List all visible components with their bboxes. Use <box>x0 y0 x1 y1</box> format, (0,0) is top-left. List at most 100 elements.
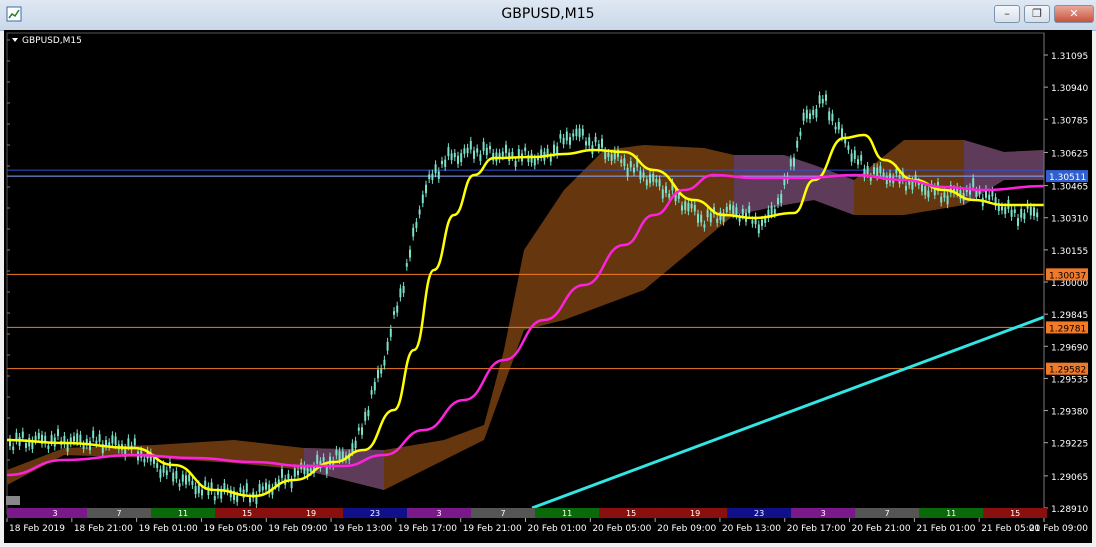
candle <box>972 178 975 188</box>
candle <box>665 186 667 194</box>
candle <box>841 128 843 138</box>
candle <box>245 483 248 492</box>
candle <box>943 192 946 198</box>
time-axis-label: 19 Feb 13:00 <box>333 524 392 534</box>
candle <box>501 151 504 157</box>
candle <box>1013 209 1016 213</box>
candle <box>463 148 466 154</box>
candle <box>265 482 267 490</box>
candle <box>133 438 136 446</box>
candle <box>98 434 101 442</box>
close-button[interactable]: ✕ <box>1054 5 1094 23</box>
restore-button[interactable]: ❐ <box>1024 5 1050 23</box>
candle <box>1010 209 1013 217</box>
candle <box>818 95 821 104</box>
candle <box>460 153 463 162</box>
candle <box>857 159 859 165</box>
chart-canvas[interactable]: 1.31095 1.30940 1.30785 1.30625 1.30465 1.303… <box>4 30 1092 543</box>
title-bar: GBPUSD,M15 – ❐ ✕ <box>0 0 1096 31</box>
candle <box>434 164 437 174</box>
candle <box>159 469 162 478</box>
scroll-marker[interactable] <box>6 496 20 505</box>
minimize-button[interactable]: – <box>994 5 1020 23</box>
session-hour-label: 11 <box>178 509 188 518</box>
candle <box>780 194 783 203</box>
candle <box>629 161 632 168</box>
time-axis-label: 20 Feb 17:00 <box>787 524 846 534</box>
candle <box>681 205 683 211</box>
candle <box>620 159 623 163</box>
candle <box>76 433 79 442</box>
candle <box>533 158 536 166</box>
candle <box>709 213 712 223</box>
level-price-label: 1.29582 <box>1049 366 1086 376</box>
candle <box>866 165 869 174</box>
price-tick-label: 1.30310 <box>1051 215 1088 225</box>
candle <box>821 98 824 104</box>
candle <box>588 137 591 146</box>
candle <box>668 193 671 198</box>
candle <box>988 194 991 200</box>
candle <box>399 288 402 298</box>
candle <box>447 147 450 157</box>
candle <box>690 203 693 209</box>
candle <box>73 436 75 442</box>
candle <box>431 173 434 180</box>
candle <box>633 167 635 173</box>
candle <box>393 311 395 315</box>
candle <box>879 165 882 174</box>
time-axis-label: 20 Feb 13:00 <box>722 524 781 534</box>
candle <box>489 146 491 150</box>
candle <box>578 128 581 138</box>
candle <box>869 176 872 181</box>
candle <box>441 160 443 165</box>
candle <box>309 468 312 472</box>
candle <box>351 443 354 453</box>
price-tick-label: 1.28910 <box>1051 505 1088 515</box>
candle <box>642 172 645 178</box>
candle <box>476 148 479 153</box>
session-hour-label: 3 <box>437 509 442 518</box>
candle <box>514 160 517 167</box>
time-axis-label: 20 Feb 21:00 <box>852 524 911 534</box>
candle <box>191 480 194 485</box>
candle <box>802 112 805 121</box>
current-price-label: 1.30511 <box>1049 173 1086 183</box>
time-axis-label: 19 Feb 01:00 <box>139 524 198 534</box>
candle <box>553 144 555 154</box>
candle <box>831 113 834 122</box>
candle <box>377 369 379 379</box>
candle <box>34 435 37 441</box>
candle <box>261 486 264 491</box>
candle <box>828 111 831 121</box>
candle <box>354 440 357 449</box>
candle <box>738 217 741 222</box>
candle <box>991 190 994 197</box>
candle <box>697 213 699 223</box>
candle <box>1029 206 1032 216</box>
candle <box>1023 213 1026 220</box>
session-hour-label: 11 <box>562 509 572 518</box>
session-hour-label: 15 <box>626 509 636 518</box>
candle <box>389 328 392 337</box>
candle <box>921 184 923 192</box>
candle <box>658 179 661 187</box>
candle <box>834 126 837 130</box>
candle <box>316 454 319 464</box>
candle <box>281 468 283 478</box>
time-axis-label: 21 Feb 09:00 <box>1029 524 1088 534</box>
candle <box>770 205 773 215</box>
session-hour-label: 7 <box>116 509 121 518</box>
candle <box>735 207 738 216</box>
time-axis-label: 19 Feb 05:00 <box>203 524 262 534</box>
candle <box>594 136 597 143</box>
dropdown-triangle-icon[interactable] <box>12 38 18 42</box>
candle <box>562 137 565 145</box>
candle <box>425 184 427 194</box>
price-tick-label: 1.30785 <box>1051 116 1088 126</box>
price-chart[interactable]: 1.31095 1.30940 1.30785 1.30625 1.30465 1.303… <box>4 30 1092 543</box>
candle <box>95 440 98 444</box>
candle <box>335 449 338 456</box>
candle <box>386 341 389 351</box>
price-tick-label: 1.30625 <box>1051 149 1088 159</box>
